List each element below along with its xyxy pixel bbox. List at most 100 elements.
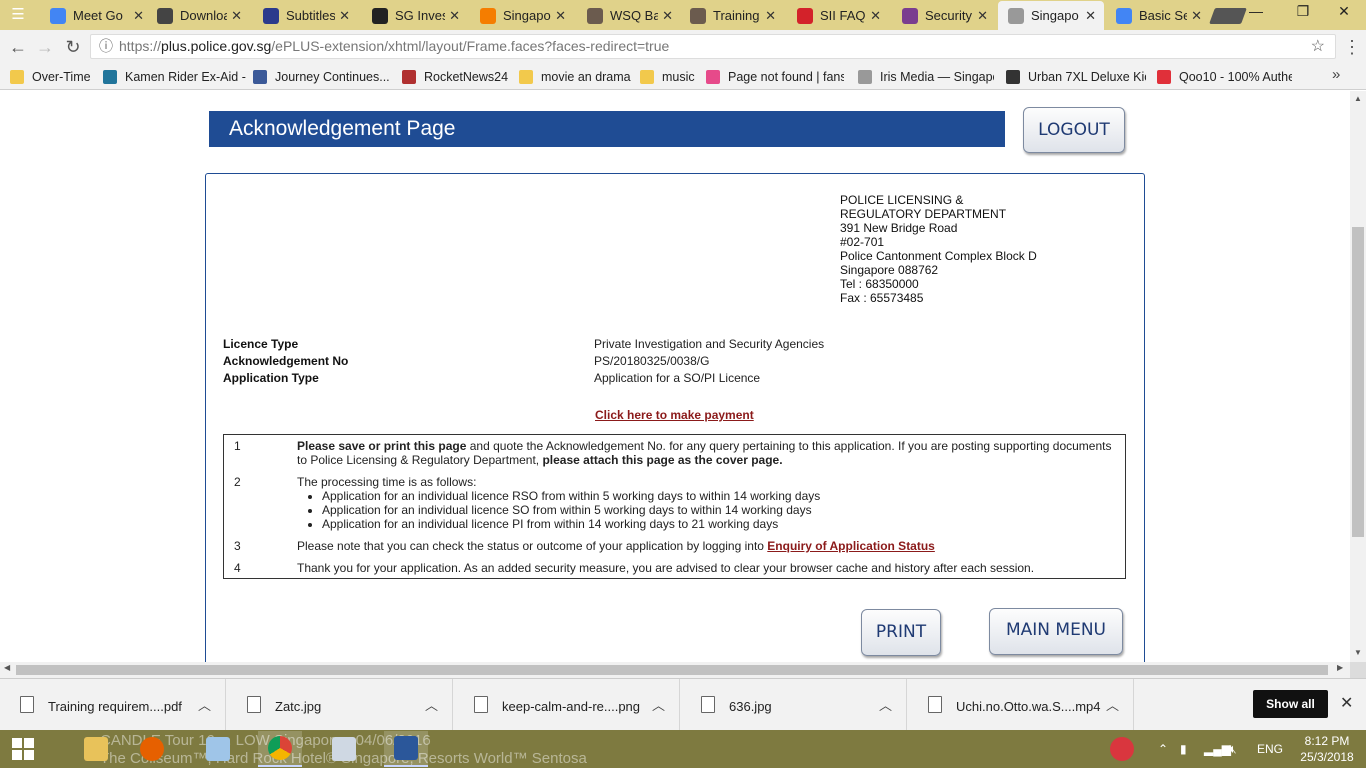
close-tab-icon[interactable]: ✕ <box>870 8 881 24</box>
browser-tab[interactable]: Singapo ✕ <box>470 1 574 30</box>
chrome-menu-icon[interactable]: ☰ <box>6 5 30 25</box>
scroll-down-icon[interactable]: ▼ <box>1350 648 1366 657</box>
print-button[interactable]: PRINT <box>861 609 941 656</box>
scroll-thumb[interactable] <box>16 665 1328 675</box>
bookmark-item[interactable]: Kamen Rider Ex-Aid - <box>103 67 253 87</box>
close-tab-icon[interactable]: ✕ <box>555 8 566 24</box>
close-tab-icon[interactable]: ✕ <box>1085 8 1096 24</box>
browser-tab[interactable]: WSQ Ba ✕ <box>577 1 681 30</box>
reload-icon[interactable]: ↻ <box>61 35 85 59</box>
bookmark-item[interactable]: movie an drama <box>519 67 637 87</box>
minimize-icon[interactable]: — <box>1234 0 1278 24</box>
network-icon[interactable]: ▮ <box>1180 730 1187 768</box>
close-tab-icon[interactable]: ✕ <box>339 8 350 24</box>
address-bar[interactable]: ⓘ https://plus.police.gov.sg/ePLUS-exten… <box>90 34 1336 59</box>
download-item[interactable]: Zatc.jpg ︿ <box>227 679 453 731</box>
chevron-up-icon[interactable]: ︿ <box>652 695 665 714</box>
browser-tab-strip: ☰ Meet Go ✕ Downloa ✕ Subtitles ✕ SG Inves ✕ Sin… <box>0 0 1366 30</box>
bookmark-item[interactable]: music <box>640 67 698 87</box>
close-tab-icon[interactable]: ✕ <box>449 8 460 24</box>
back-icon[interactable]: ← <box>6 35 30 59</box>
browser-tab[interactable]: SII FAQ | ✕ <box>787 1 889 30</box>
chevron-up-icon[interactable]: ︿ <box>198 695 211 714</box>
site-info-icon[interactable]: ⓘ <box>99 35 113 58</box>
download-item[interactable]: Training requirem....pdf ︿ <box>0 679 226 731</box>
close-tab-icon[interactable]: ✕ <box>977 8 988 24</box>
chevron-up-icon[interactable]: ︿ <box>1106 695 1119 714</box>
bookmark-star-icon[interactable]: ☆ <box>1311 35 1325 58</box>
forward-icon[interactable]: → <box>33 35 57 59</box>
language-indicator[interactable]: ENG <box>1257 730 1283 768</box>
address-line: Singapore 088762 <box>840 263 939 277</box>
bookmark-item[interactable]: RocketNews24 <box>402 67 517 87</box>
document-icon <box>1008 7 1024 24</box>
bookmark-item[interactable]: Over-Time <box>10 67 114 87</box>
bookmark-item[interactable]: Iris Media — Singapo <box>858 67 994 87</box>
download-item[interactable]: 636.jpg ︿ <box>681 679 907 731</box>
detail-label: Application Type <box>223 371 319 385</box>
scrollbar-corner <box>1350 662 1366 678</box>
browser-tab[interactable]: Basic Se ✕ <box>1106 1 1210 30</box>
close-tab-icon[interactable]: ✕ <box>662 8 673 24</box>
scroll-thumb[interactable] <box>1352 227 1364 537</box>
chrome-settings-icon[interactable]: ⋮ <box>1342 35 1362 59</box>
folder-icon <box>640 70 654 84</box>
browser-tab[interactable]: Singapo ✕ <box>998 1 1104 30</box>
horizontal-scrollbar[interactable]: ◀ ▶ <box>0 662 1350 678</box>
close-tab-icon[interactable]: ✕ <box>231 8 242 24</box>
volume-muted-icon[interactable]: 🔇︎ <box>1229 730 1237 768</box>
browser-tab[interactable]: Security ✕ <box>892 1 996 30</box>
vertical-scrollbar[interactable]: ▲ ▼ <box>1350 91 1366 662</box>
close-window-icon[interactable]: ✕ <box>1322 0 1366 24</box>
download-item[interactable]: keep-calm-and-re....png ︿ <box>454 679 680 731</box>
browser-tab[interactable]: SG Inves ✕ <box>362 1 468 30</box>
bookmark-item[interactable]: Journey Continues... <box>253 67 398 87</box>
browser-toolbar: ← → ↻ ⓘ https://plus.police.gov.sg/ePLUS… <box>0 30 1366 63</box>
show-all-downloads-button[interactable]: Show all <box>1253 690 1328 718</box>
close-tab-icon[interactable]: ✕ <box>1191 8 1202 24</box>
bookmark-item[interactable]: Page not found | fans <box>706 67 844 87</box>
browser-tab[interactable]: Downloa ✕ <box>147 1 250 30</box>
bookmarks-overflow-icon[interactable]: » <box>1332 66 1340 83</box>
rocketnews-icon <box>402 70 416 84</box>
chevron-up-icon[interactable]: ︿ <box>425 695 438 714</box>
word-icon[interactable] <box>384 731 428 767</box>
video-file-icon <box>928 696 942 713</box>
close-tab-icon[interactable]: ✕ <box>133 8 144 24</box>
maximize-icon[interactable]: ❐ <box>1281 0 1325 24</box>
browser-tab[interactable]: Training ✕ <box>680 1 784 30</box>
download-filename: Training requirem....pdf <box>48 699 182 714</box>
scroll-right-icon[interactable]: ▶ <box>1337 663 1343 672</box>
file-explorer-icon[interactable] <box>74 731 118 767</box>
system-clock[interactable]: 8:12 PM 25/3/2018 <box>1292 733 1362 765</box>
bookmark-label: movie an drama <box>541 70 631 84</box>
windows-start-icon[interactable] <box>0 730 48 768</box>
browser-tab[interactable]: Subtitles ✕ <box>253 1 358 30</box>
close-tab-icon[interactable]: ✕ <box>765 8 776 24</box>
detail-label: Acknowledgement No <box>223 354 349 368</box>
main-menu-button[interactable]: MAIN MENU <box>989 608 1123 655</box>
antivirus-tray-icon[interactable] <box>1100 731 1144 767</box>
firefox-icon[interactable] <box>130 731 174 767</box>
list-item: Application for an individual licence SO… <box>322 503 1117 517</box>
detail-value: PS/20180325/0038/G <box>594 354 710 368</box>
enquiry-status-link[interactable]: Enquiry of Application Status <box>767 539 935 553</box>
detail-value: Application for a SO/PI Licence <box>594 371 761 385</box>
chrome-icon[interactable] <box>258 731 302 767</box>
bookmark-item[interactable]: Urban 7XL Deluxe Kic <box>1006 67 1146 87</box>
note-number: 1 <box>234 439 241 453</box>
notes-app-icon[interactable] <box>196 731 240 767</box>
bookmark-item[interactable]: Qoo10 - 100% Authe <box>1157 67 1292 87</box>
wifi-signal-icon[interactable]: ▂▄▆ <box>1204 730 1231 768</box>
scroll-up-icon[interactable]: ▲ <box>1350 94 1366 103</box>
close-downloads-icon[interactable]: ✕ <box>1340 693 1353 713</box>
scroll-left-icon[interactable]: ◀ <box>4 663 10 672</box>
download-item[interactable]: Uchi.no.Otto.wa.S....mp4 ︿ <box>908 679 1134 731</box>
tray-overflow-icon[interactable]: ⌃ <box>1158 730 1168 768</box>
make-payment-link[interactable]: Click here to make payment <box>595 408 754 422</box>
list-item: Application for an individual licence PI… <box>322 517 1117 531</box>
chevron-up-icon[interactable]: ︿ <box>879 695 892 714</box>
browser-tab[interactable]: Meet Go ✕ <box>40 1 152 30</box>
photo-viewer-icon[interactable] <box>322 731 366 767</box>
logout-button[interactable]: LOGOUT <box>1023 107 1125 153</box>
